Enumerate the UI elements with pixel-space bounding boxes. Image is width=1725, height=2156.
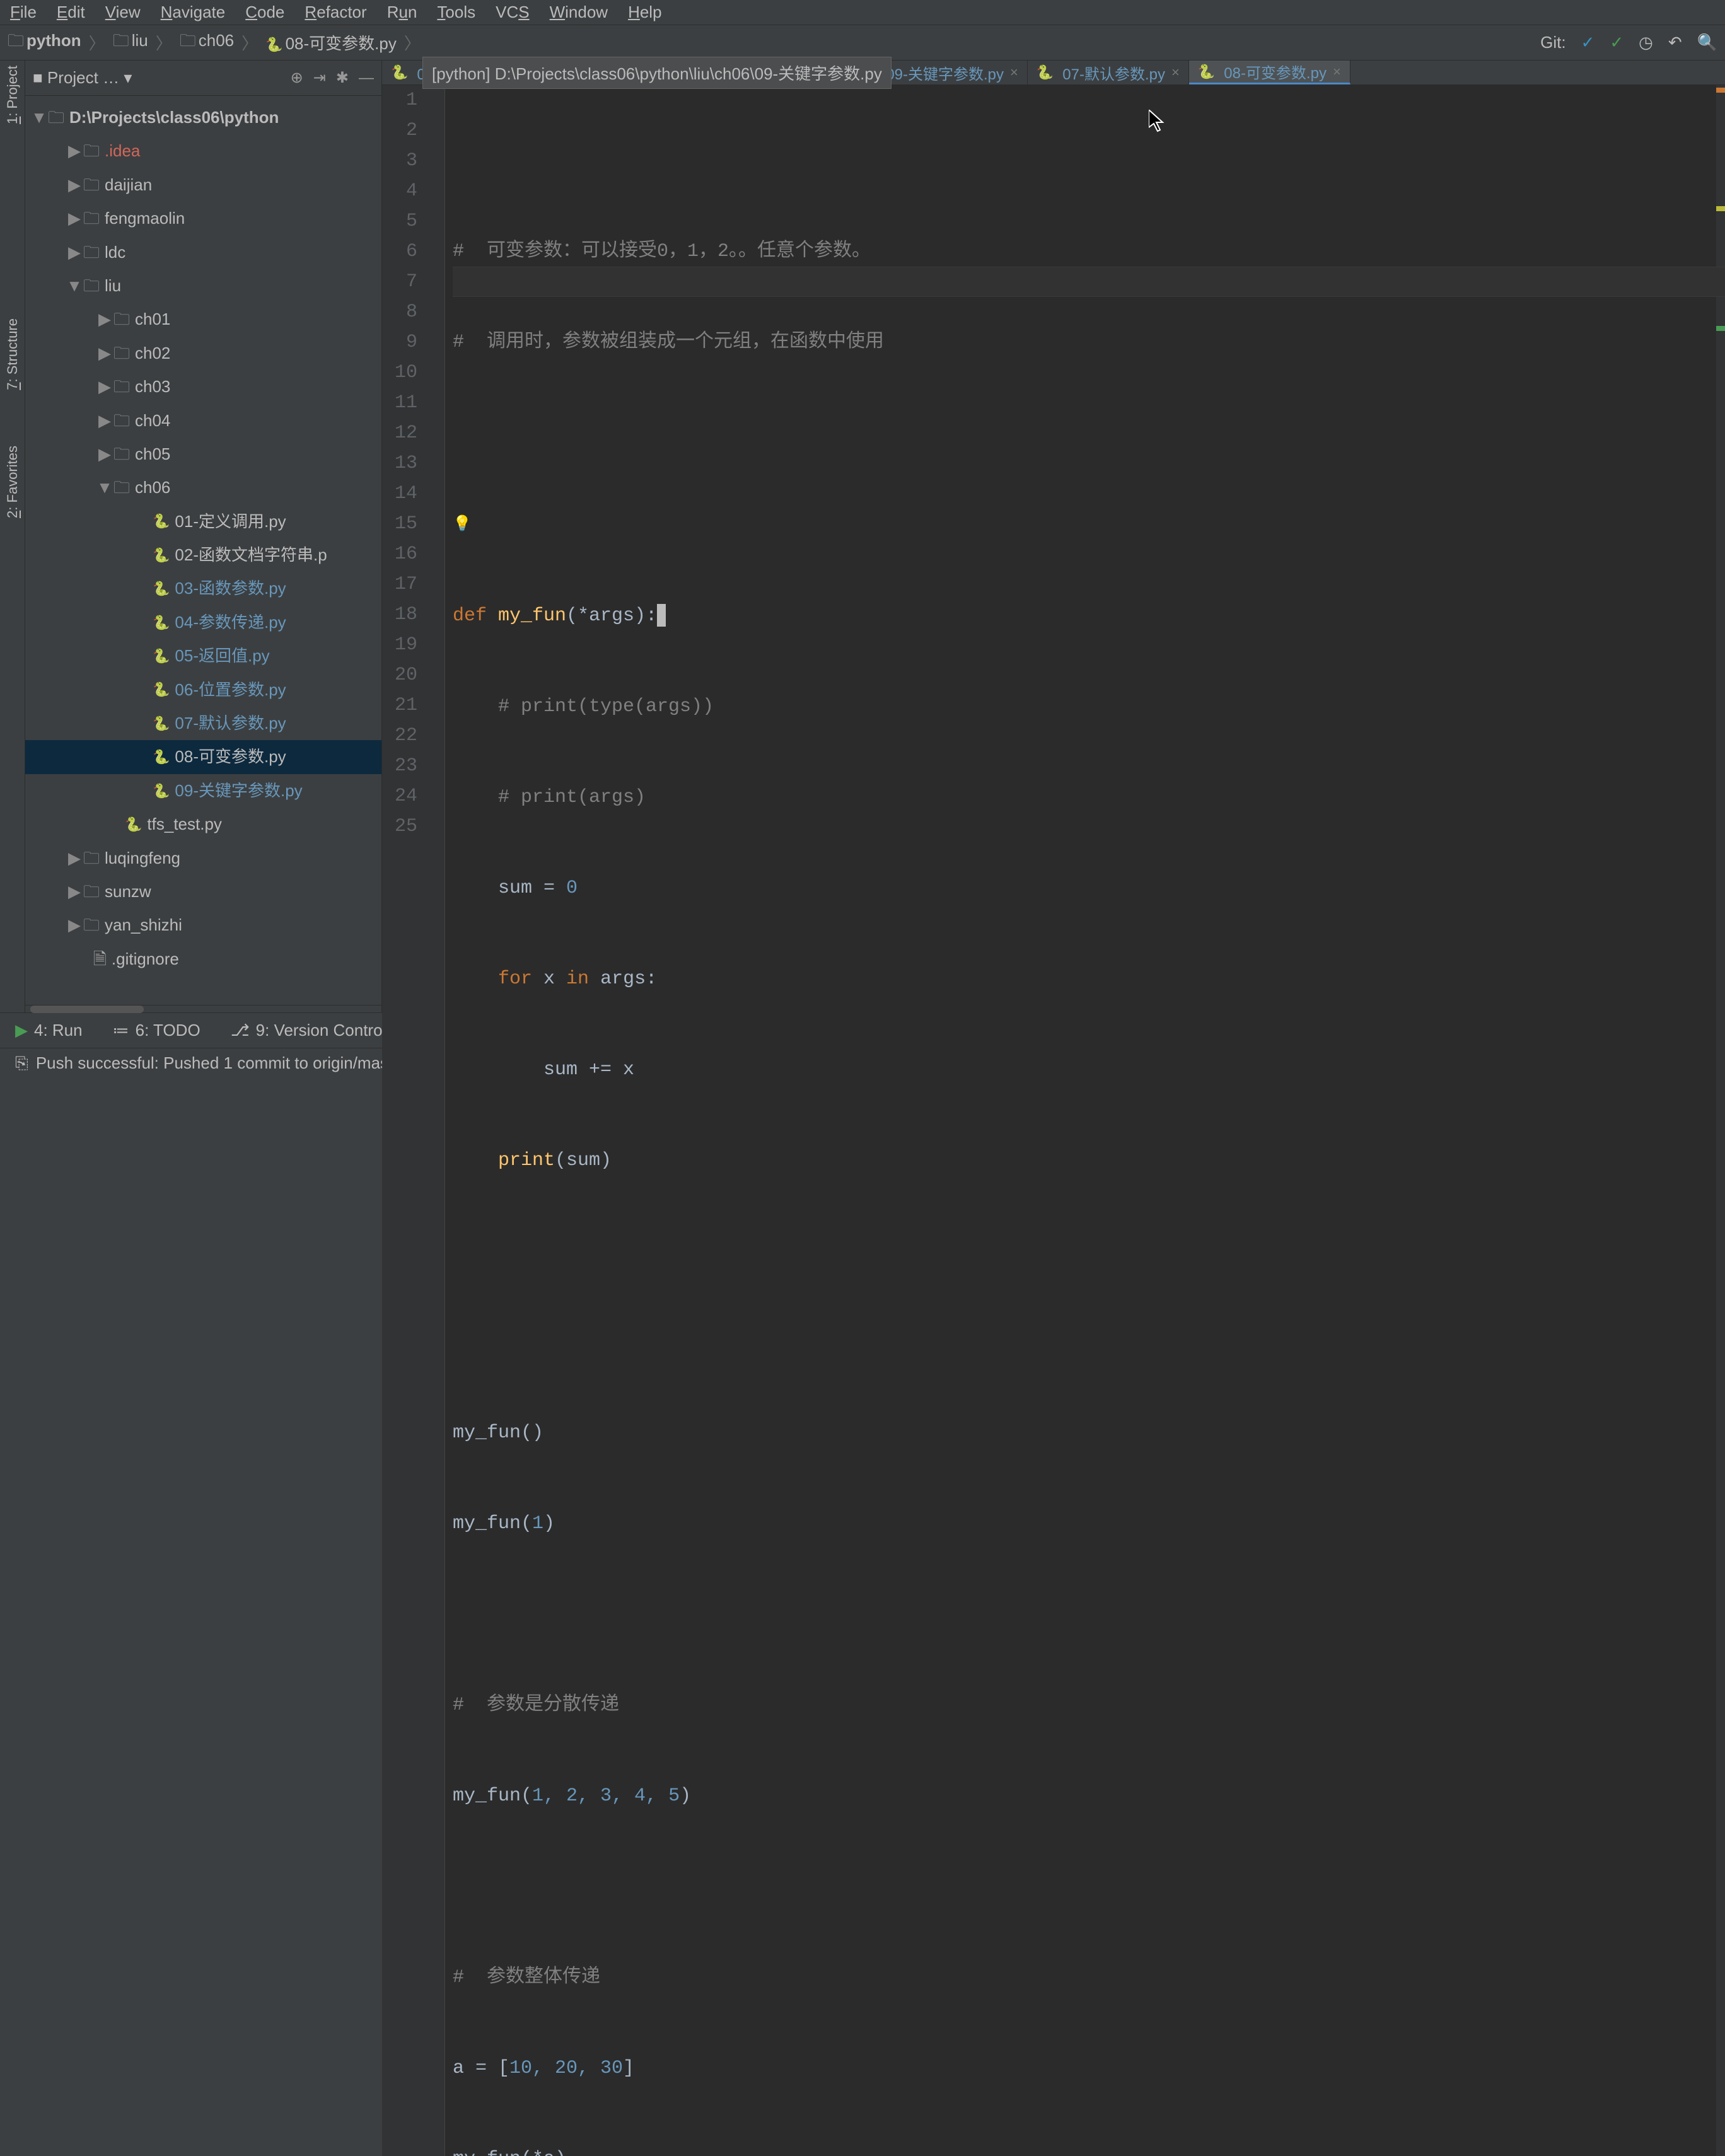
project-panel: ■ Project … ▾ ⊕ ⇥ ✱ — ▼🗀D:\Projects\clas… <box>25 61 382 1012</box>
tool-run[interactable]: ▶4: Run <box>15 1021 83 1040</box>
tree-file[interactable]: 🐍07-默认参数.py <box>25 707 381 740</box>
tree-file-selected[interactable]: 🐍08-可变参数.py <box>25 740 381 774</box>
tab-08-active[interactable]: 🐍08-可变参数.py× <box>1189 61 1350 84</box>
folder-icon: 🗀 <box>113 31 129 50</box>
git-label: Git: <box>1540 33 1565 52</box>
tree-dir[interactable]: ▶🗀luqingfeng <box>25 842 381 875</box>
search-icon[interactable]: 🔍 <box>1697 33 1717 52</box>
editor-area: 🐍04-参数传递.py× 🐍05-返回值.py× 🐍06-位置参数.py× 🐍0… <box>382 61 1725 1012</box>
vcs-commit-icon[interactable]: ✓ <box>1610 33 1623 52</box>
todo-icon: ≔ <box>113 1021 129 1040</box>
tree-file[interactable]: 🐍09-关键字参数.py <box>25 774 381 808</box>
tab-tooltip: [python] D:\Projects\class06\python\liu\… <box>422 57 892 89</box>
rail-favorites[interactable]: 2: Favorites <box>4 446 21 518</box>
tree-idea[interactable]: ▶🗀.idea <box>25 134 381 168</box>
close-icon[interactable]: × <box>1010 64 1018 81</box>
menu-tools[interactable]: Tools <box>437 3 475 22</box>
tree-subdir[interactable]: ▶🗀ch02 <box>25 337 381 370</box>
tree-dir[interactable]: ▶🗀ldc <box>25 236 381 269</box>
menu-window[interactable]: Window <box>550 3 608 22</box>
menu-vcs[interactable]: VCS <box>496 3 529 22</box>
tree-dir[interactable]: ▶🗀fengmaolin <box>25 202 381 235</box>
menu-navigate[interactable]: Navigate <box>161 3 226 22</box>
run-icon: ▶ <box>15 1021 28 1040</box>
collapse-icon[interactable]: ⇥ <box>313 69 326 87</box>
menu-run[interactable]: Run <box>387 3 417 22</box>
tree-file[interactable]: 🐍04-参数传递.py <box>25 606 381 639</box>
vcs-update-icon[interactable]: ✓ <box>1581 33 1595 52</box>
gutter: 1234567891011121314151617181920212223242… <box>382 85 433 2156</box>
left-tool-rail: 1: Project 7: Structure 2: Favorites <box>0 61 25 1012</box>
tab-07[interactable]: 🐍07-默认参数.py× <box>1028 61 1189 84</box>
breadcrumb[interactable]: 🗀python 〉 🗀liu 〉 🗀ch06 〉 🐍08-可变参数.py 〉 <box>8 29 421 57</box>
tree-file[interactable]: 🐍01-定义调用.py <box>25 505 381 538</box>
tree-liu[interactable]: ▼🗀liu <box>25 269 381 303</box>
tree-file[interactable]: 🐍tfs_test.py <box>25 808 381 841</box>
error-stripe[interactable] <box>1716 85 1725 2156</box>
tree-file[interactable]: 🐍02-函数文档字符串.p <box>25 538 381 572</box>
breadcrumb-dir1[interactable]: liu <box>132 31 148 50</box>
close-icon[interactable]: × <box>1171 64 1180 81</box>
tree-subdir[interactable]: ▶🗀ch05 <box>25 438 381 471</box>
tree-file[interactable]: 🐍03-函数参数.py <box>25 572 381 605</box>
menu-code[interactable]: Code <box>245 3 284 22</box>
project-tree[interactable]: ▼🗀D:\Projects\class06\python ▶🗀.idea ▶🗀d… <box>25 96 381 1005</box>
rail-project[interactable]: 1: Project <box>4 66 21 124</box>
settings-icon[interactable]: ✱ <box>336 69 349 87</box>
vcs-history-icon[interactable]: ◷ <box>1639 33 1653 52</box>
tree-subdir[interactable]: ▶🗀ch04 <box>25 404 381 438</box>
python-icon: 🐍 <box>265 37 282 52</box>
info-icon: ⎘ <box>15 1053 28 1074</box>
tree-subdir[interactable]: ▶🗀ch01 <box>25 303 381 336</box>
menu-edit[interactable]: Edit <box>57 3 85 22</box>
text-cursor <box>657 604 666 627</box>
menu-help[interactable]: Help <box>628 3 661 22</box>
intention-bulb-icon[interactable]: 💡 <box>453 516 472 533</box>
navigation-toolbar: 🗀python 〉 🗀liu 〉 🗀ch06 〉 🐍08-可变参数.py 〉 G… <box>0 25 1725 61</box>
code-editor[interactable]: 1234567891011121314151617181920212223242… <box>382 85 1725 2156</box>
tree-dir[interactable]: ▶🗀yan_shizhi <box>25 908 381 942</box>
menu-refactor[interactable]: Refactor <box>305 3 366 22</box>
folder-icon: 🗀 <box>180 31 196 50</box>
breadcrumb-dir2[interactable]: ch06 <box>199 31 234 50</box>
tree-subdir[interactable]: ▶🗀ch03 <box>25 370 381 403</box>
folder-icon: 🗀 <box>8 31 24 50</box>
locate-icon[interactable]: ⊕ <box>291 69 303 87</box>
vcs-revert-icon[interactable]: ↶ <box>1668 33 1682 52</box>
code-content[interactable]: # 可变参数：可以接受0，1，2。。任意个参数。 # 调用时，参数被组装成一个元… <box>445 85 1725 2156</box>
project-panel-header: ■ Project … ▾ ⊕ ⇥ ✱ — <box>25 61 381 96</box>
panel-title[interactable]: Project … <box>47 68 119 87</box>
tree-file[interactable]: 🐍05-返回值.py <box>25 639 381 673</box>
menu-view[interactable]: View <box>105 3 141 22</box>
tree-file[interactable]: 🐍06-位置参数.py <box>25 673 381 707</box>
tree-root[interactable]: ▼🗀D:\Projects\class06\python <box>25 101 381 134</box>
hide-icon[interactable]: — <box>359 69 374 87</box>
close-icon[interactable]: × <box>1333 64 1341 80</box>
tree-ch06[interactable]: ▼🗀ch06 <box>25 471 381 504</box>
panel-scrollbar[interactable] <box>25 1005 381 1012</box>
menu-file[interactable]: File <box>10 3 37 22</box>
fold-gutter[interactable] <box>433 85 445 2156</box>
rail-structure[interactable]: 7: Structure <box>4 318 21 390</box>
vcs-icon: ⎇ <box>231 1021 250 1040</box>
breadcrumb-file[interactable]: 08-可变参数.py <box>286 34 397 53</box>
tree-file[interactable]: 🗎.gitignore <box>25 942 381 976</box>
breadcrumb-project[interactable]: python <box>26 31 81 50</box>
main-menu-bar: File Edit View Navigate Code Refactor Ru… <box>0 0 1725 25</box>
tree-dir[interactable]: ▶🗀sunzw <box>25 875 381 908</box>
tool-vcs[interactable]: ⎇9: Version Control <box>231 1021 386 1040</box>
tool-todo[interactable]: ≔6: TODO <box>113 1021 200 1040</box>
tree-dir[interactable]: ▶🗀daijian <box>25 168 381 202</box>
